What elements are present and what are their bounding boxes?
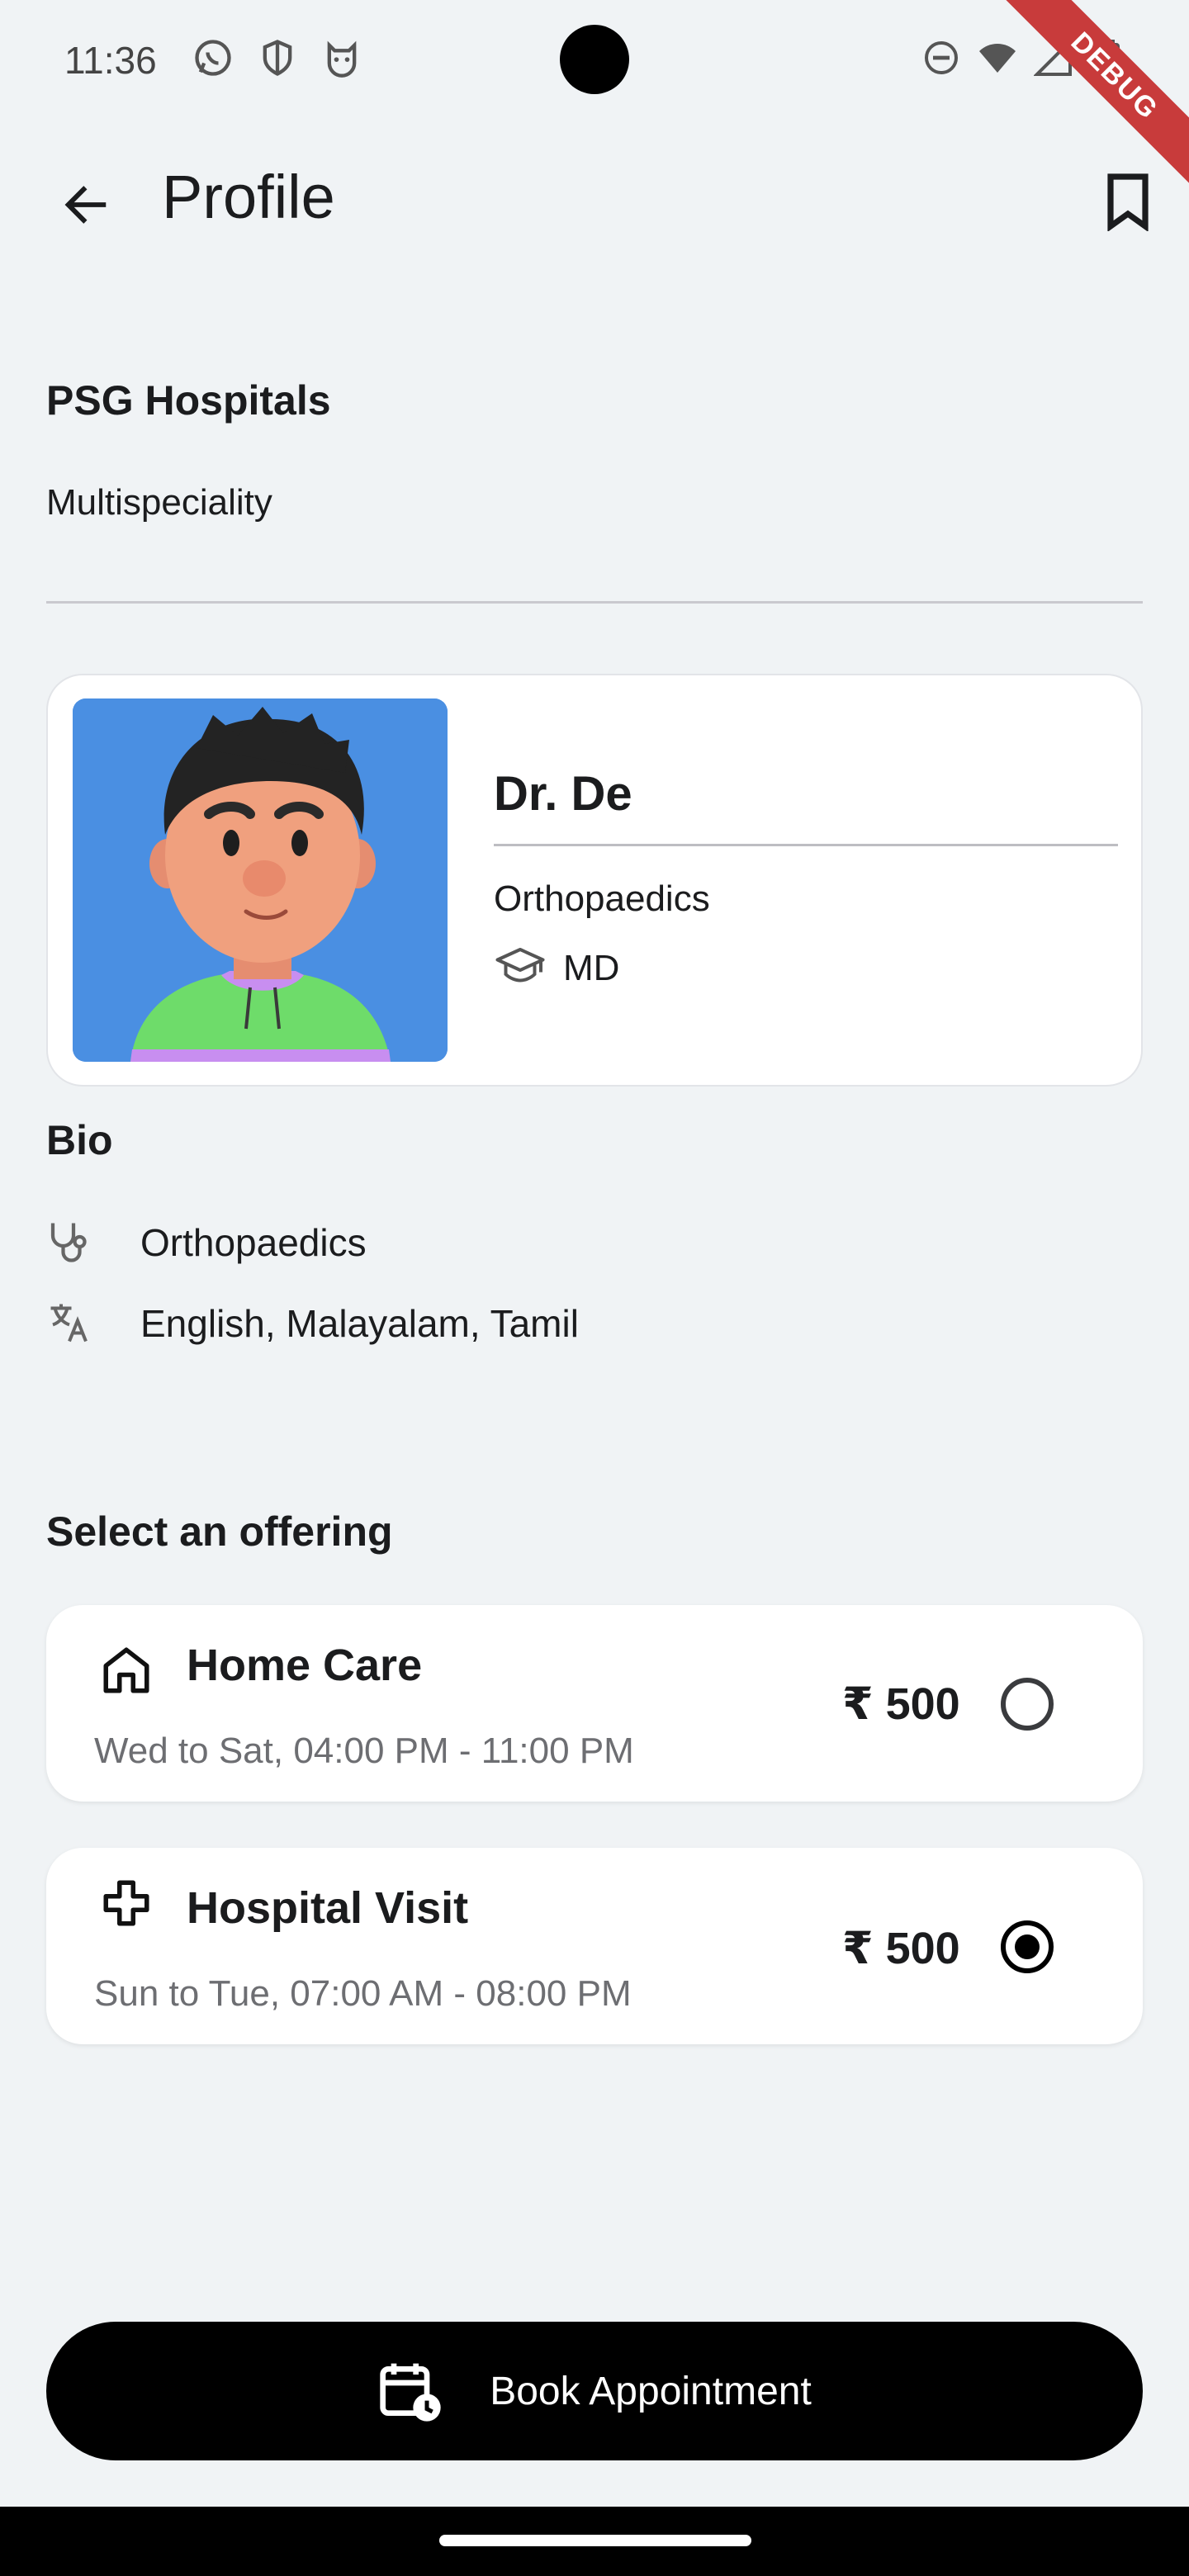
book-appointment-label: Book Appointment [490,2369,812,2413]
graduation-cap-icon [495,948,545,983]
page-title: Profile [162,163,335,231]
status-icons-left [192,36,363,79]
home-icon [103,1647,149,1693]
avatar-illustration [73,698,448,1062]
bio-heading: Bio [46,1117,113,1163]
bio-speciality: Orthopaedics [140,1221,367,1264]
hospital-type: Multispeciality [46,482,272,523]
book-appointment-button[interactable]: Book Appointment [46,2322,1143,2460]
offering-schedule: Sun to Tue, 07:00 AM - 08:00 PM [94,1973,632,2014]
doctor-avatar [73,698,448,1062]
calendar-clock-icon [380,2363,441,2422]
bio-languages: English, Malayalam, Tamil [140,1302,579,1345]
do-not-disturb-icon [925,41,958,74]
offering-card-home-care[interactable] [46,1605,1143,1802]
bookmark-button[interactable] [1088,162,1168,241]
divider [46,601,1143,604]
doctor-degree: MD [563,948,620,988]
hospital-name: PSG Hospitals [46,377,331,424]
offering-radio-hospital-visit[interactable] [1001,1920,1054,1973]
medical-cross-icon [103,1880,149,1926]
offering-schedule: Wed to Sat, 04:00 PM - 11:00 PM [94,1731,634,1771]
offering-title: Hospital Visit [187,1883,469,1933]
translate-icon [50,1304,88,1342]
radio-selected-dot [1015,1934,1040,1959]
doctor-name: Dr. De [494,767,632,821]
camera-cutout [560,25,629,94]
bookmark-icon [1107,173,1149,231]
offering-price: ₹ 500 [842,1679,960,1729]
offering-radio-home-care[interactable] [1001,1678,1054,1731]
arrow-back-icon [64,186,107,224]
offering-title: Home Care [187,1641,423,1690]
doctor-speciality: Orthopaedics [494,878,710,919]
cat-face-icon [327,40,357,78]
shield-icon [263,40,292,76]
stethoscope-icon [50,1223,87,1262]
wifi-icon [979,44,1016,73]
offering-card-hospital-visit[interactable] [46,1848,1143,2044]
doctor-divider [494,844,1118,846]
status-time: 11:36 [64,39,157,82]
whatsapp-icon [195,40,231,76]
offering-price: ₹ 500 [842,1924,960,1973]
back-button[interactable] [46,165,126,244]
home-indicator[interactable] [439,2535,751,2546]
offering-heading: Select an offering [46,1508,393,1555]
